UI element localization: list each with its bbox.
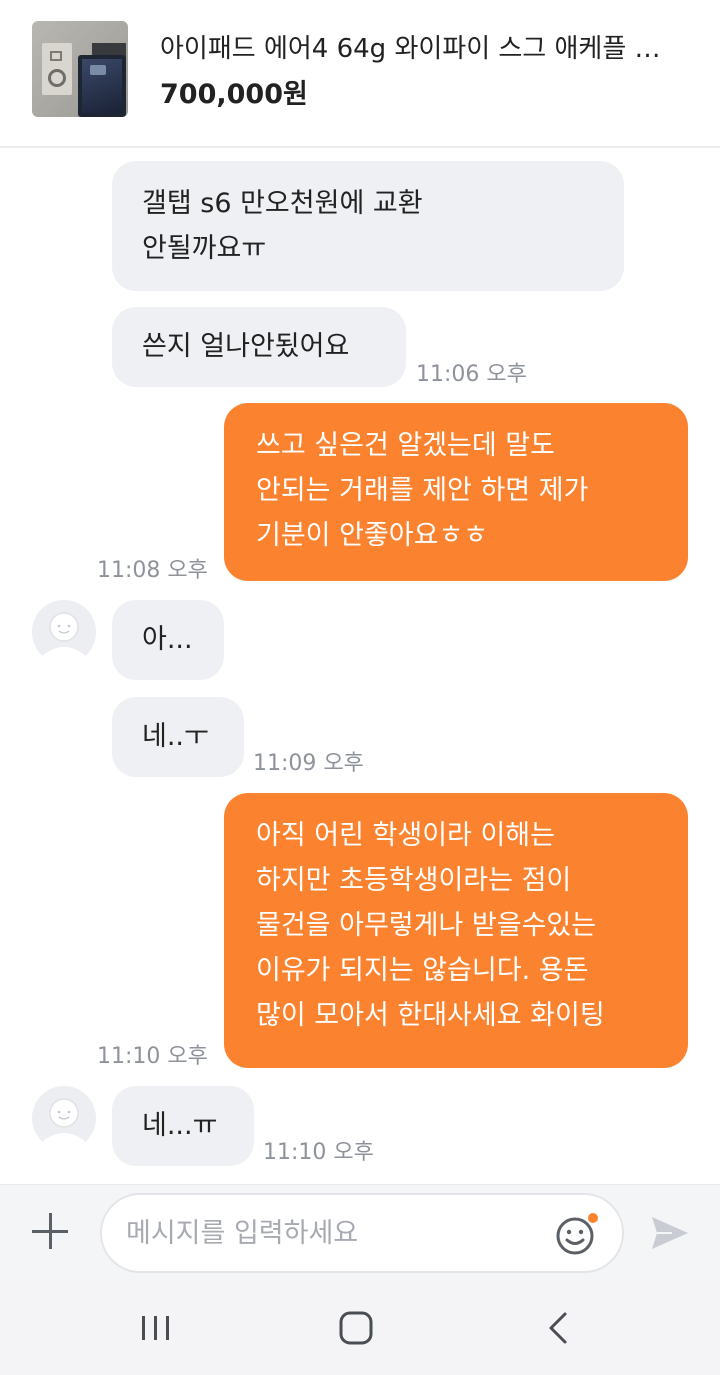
message-line: 쓴지 얼나안됬어요 — [142, 331, 350, 362]
message-line: 안될까요ㅠ — [142, 233, 267, 264]
message-line: 쓰고 싶은건 알겠는데 말도 — [256, 430, 555, 461]
message-timestamp: 11:08 오후 — [97, 558, 208, 583]
message-input-bar — [0, 1184, 720, 1280]
outgoing-message-bubble[interactable]: 쓰고 싶은건 알겠는데 말도 안되는 거래를 제안 하면 제가 기분이 안좋아요… — [224, 403, 688, 581]
message-timestamp: 11:06 오후 — [416, 362, 527, 387]
message-line: 하지만 초등학생이라는 점이 — [256, 865, 572, 896]
notification-dot — [588, 1213, 598, 1223]
product-price: 700,000원 — [160, 79, 308, 110]
incoming-message-bubble[interactable]: 네..ㅜ — [112, 697, 244, 777]
back-icon[interactable] — [538, 1308, 582, 1348]
message-line: 기분이 안좋아요ㅎㅎ — [256, 520, 489, 551]
user-avatar[interactable] — [32, 600, 96, 664]
message-field[interactable] — [100, 1193, 624, 1273]
product-title: 아이패드 에어4 64g 와이파이 스그 애케플 … — [160, 34, 661, 64]
incoming-message-bubble[interactable]: 아... — [112, 600, 224, 680]
message-input[interactable] — [126, 1215, 546, 1251]
product-header[interactable]: 아이패드 에어4 64g 와이파이 스그 애케플 … 700,000원 — [0, 0, 720, 148]
message-line: 네...ㅠ — [142, 1110, 218, 1141]
message-line: 물건을 아무렇게나 받을수있는 — [256, 910, 597, 941]
product-thumbnail[interactable] — [32, 21, 128, 117]
incoming-message-bubble[interactable]: 쓴지 얼나안됬어요 — [112, 307, 406, 387]
message-line: 네..ㅜ — [142, 721, 209, 752]
message-line: 이유가 되지는 않습니다. 용돈 — [256, 955, 589, 986]
message-timestamp: 11:10 오후 — [263, 1140, 374, 1165]
home-icon[interactable] — [334, 1308, 378, 1348]
message-line: 아직 어린 학생이라 이해는 — [256, 820, 555, 851]
plus-icon[interactable] — [28, 1209, 72, 1253]
recent-apps-icon[interactable] — [134, 1308, 178, 1348]
outgoing-message-bubble[interactable]: 아직 어린 학생이라 이해는 하지만 초등학생이라는 점이 물건을 아무렇게나 … — [224, 793, 688, 1068]
send-arrow-icon[interactable] — [648, 1211, 692, 1255]
smiley-icon[interactable] — [554, 1211, 600, 1257]
message-line: 아... — [142, 624, 193, 655]
incoming-message-bubble[interactable]: 네...ㅠ — [112, 1086, 254, 1166]
message-timestamp: 11:09 오후 — [253, 751, 364, 776]
system-nav-bar — [0, 1280, 720, 1375]
message-timestamp: 11:10 오후 — [97, 1044, 208, 1069]
incoming-message-bubble[interactable]: 갤탭 s6 만오천원에 교환 안될까요ㅠ — [112, 161, 624, 291]
message-line: 안되는 거래를 제안 하면 제가 — [256, 475, 589, 506]
user-avatar[interactable] — [32, 1086, 96, 1150]
message-line: 많이 모아서 한대사세요 화이팅 — [256, 1000, 605, 1031]
message-line: 갤탭 s6 만오천원에 교환 — [142, 188, 423, 219]
